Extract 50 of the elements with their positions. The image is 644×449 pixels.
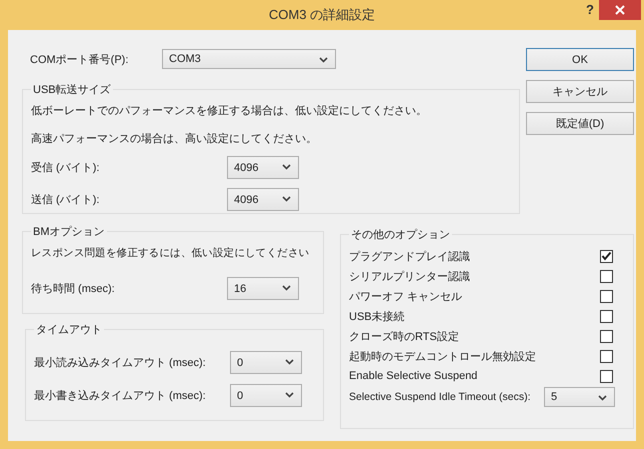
option-label: クローズ時のRTS設定 bbox=[349, 330, 459, 344]
check-icon bbox=[601, 251, 612, 261]
option-label: USB未接続 bbox=[349, 310, 405, 324]
option-label: プラグアンドプレイ認識 bbox=[349, 250, 470, 264]
hint-text: 高速パフォーマンスの場合は、高い設定にしてください。 bbox=[31, 132, 318, 147]
dialog-button[interactable]: OK bbox=[526, 48, 634, 71]
close-button[interactable] bbox=[599, 0, 641, 20]
field-label: 送信 (バイト): bbox=[31, 193, 100, 207]
dialog-button[interactable]: 既定値(D) bbox=[526, 112, 634, 135]
caret-icon bbox=[319, 57, 328, 63]
group-title: その他のオプション bbox=[350, 228, 451, 242]
checkbox[interactable] bbox=[600, 370, 613, 382]
com-port-dropdown[interactable]: COM3 bbox=[162, 49, 336, 69]
caret-icon bbox=[598, 395, 607, 401]
latency-dropdown[interactable]: 16 bbox=[227, 277, 299, 300]
field-label: 待ち時間 (msec): bbox=[31, 282, 116, 296]
checkbox[interactable] bbox=[600, 250, 613, 262]
timeout-dropdown[interactable]: 0 bbox=[230, 351, 302, 374]
option-label: 起動時のモデムコントロール無効設定 bbox=[349, 350, 536, 364]
caret-icon bbox=[282, 196, 291, 202]
timeout-dropdown[interactable]: 0 bbox=[230, 384, 302, 407]
checkbox[interactable] bbox=[600, 270, 613, 282]
field-label: 最小読み込みタイムアウト (msec): bbox=[34, 356, 207, 370]
caret-icon bbox=[285, 392, 294, 398]
help-button[interactable]: ? bbox=[582, 2, 598, 17]
dialog-button[interactable]: キャンセル bbox=[526, 80, 634, 103]
field-label: 最小書き込みタイムアウト (msec): bbox=[34, 389, 207, 403]
caret-icon bbox=[285, 359, 294, 365]
hint-text: 低ボーレートでのパフォーマンスを修正する場合は、低い設定にしてください。 bbox=[31, 104, 428, 119]
size-dropdown[interactable]: 4096 bbox=[227, 156, 299, 179]
close-icon bbox=[615, 5, 625, 15]
checkbox[interactable] bbox=[600, 350, 613, 362]
group-title: USB転送サイズ bbox=[32, 83, 112, 97]
size-dropdown[interactable]: 4096 bbox=[227, 188, 299, 211]
checkbox[interactable] bbox=[600, 290, 613, 302]
option-label: Enable Selective Suspend bbox=[349, 370, 478, 382]
option-label: シリアルプリンター認識 bbox=[349, 270, 470, 284]
caret-icon bbox=[282, 285, 291, 291]
caret-icon bbox=[282, 164, 291, 170]
checkbox[interactable] bbox=[600, 330, 613, 342]
option-label: Selective Suspend Idle Timeout (secs): bbox=[349, 391, 531, 403]
com-port-label: COMポート番号(P): bbox=[29, 52, 130, 66]
group-title: タイムアウト bbox=[35, 323, 103, 337]
hint-text: レスポンス問題を修正するには、低い設定にしてください bbox=[31, 246, 310, 261]
idle-timeout-dropdown[interactable]: 5 bbox=[544, 387, 615, 407]
window-title: COM3 の詳細設定 bbox=[268, 6, 376, 24]
option-label: パワーオフ キャンセル bbox=[349, 290, 462, 304]
group-title: BMオプション bbox=[32, 224, 106, 239]
checkbox[interactable] bbox=[600, 310, 613, 322]
field-label: 受信 (バイト): bbox=[31, 160, 100, 175]
